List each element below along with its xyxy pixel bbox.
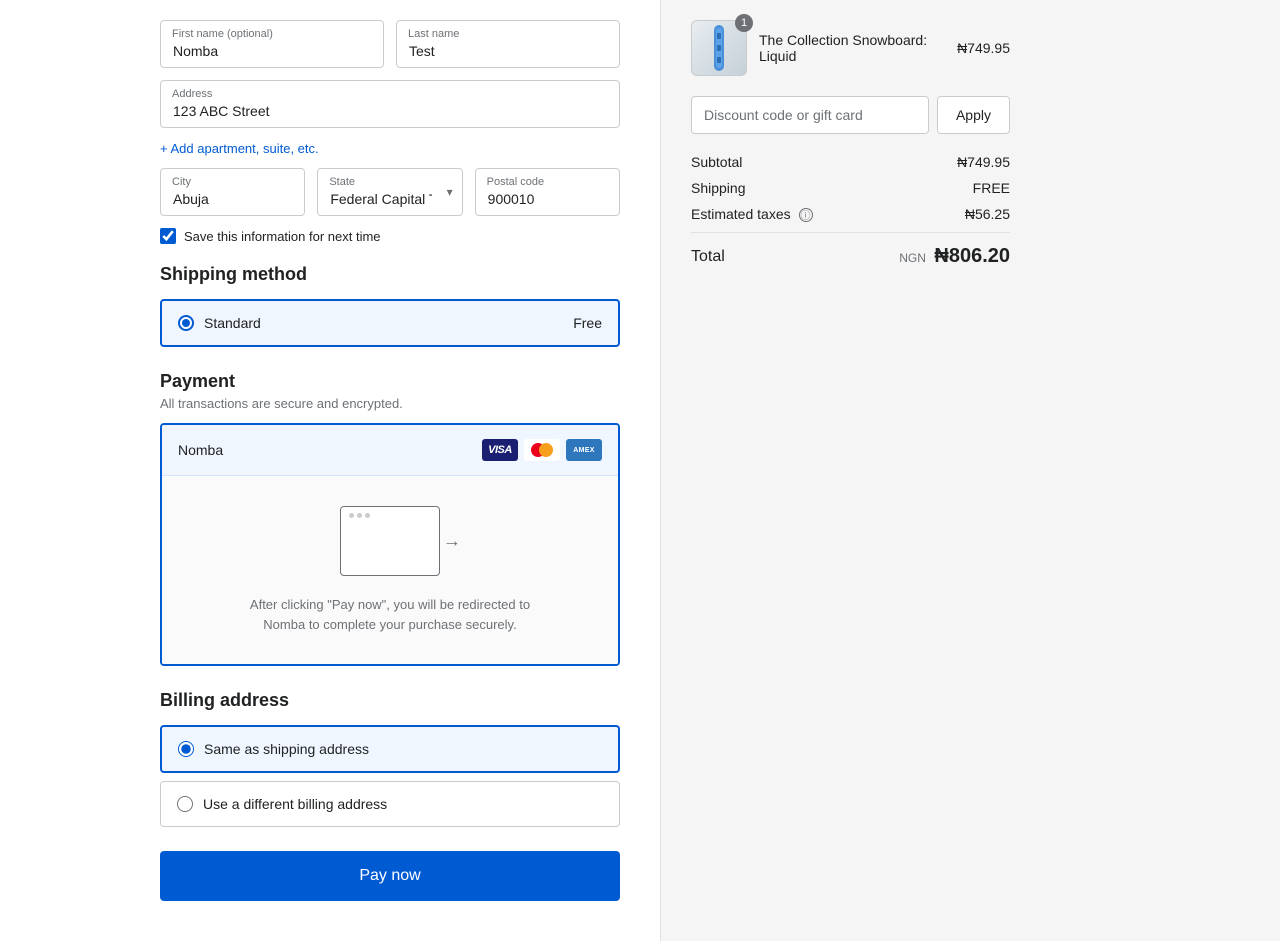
payment-option: Nomba VISA AMEX [160, 423, 620, 666]
last-name-field: Last name [396, 20, 620, 68]
taxes-value: ₦56.25 [965, 206, 1010, 222]
total-amount: ₦806.20 [934, 245, 1010, 267]
shipping-section: Shipping method Standard Free [160, 264, 620, 347]
add-apartment-link[interactable]: + Add apartment, suite, etc. [160, 141, 319, 156]
taxes-label: Estimated taxes ⓘ [691, 206, 813, 222]
billing-different-radio[interactable] [177, 796, 193, 812]
shipping-section-title: Shipping method [160, 264, 620, 285]
right-panel: 1 The Collection Snowboard: Liquid ₦749.… [660, 0, 1040, 941]
discount-input[interactable] [691, 96, 929, 134]
product-price: ₦749.95 [957, 40, 1010, 56]
snowboard-svg [704, 23, 734, 73]
dot-3 [365, 513, 370, 518]
billing-section: Billing address Same as shipping address… [160, 690, 620, 827]
redirect-box: → [340, 506, 440, 576]
shipping-option[interactable]: Standard Free [160, 299, 620, 347]
name-row: First name (optional) Last name [160, 20, 620, 68]
first-name-label: First name (optional) [172, 28, 273, 40]
billing-different-label: Use a different billing address [203, 796, 387, 812]
address-field: Address [160, 80, 620, 128]
billing-same-label: Same as shipping address [204, 741, 369, 757]
last-name-label: Last name [408, 28, 459, 40]
total-currency: NGN [899, 251, 926, 265]
shipping-summary-label: Shipping [691, 180, 746, 196]
city-state-row: City State Federal Capital Terri... ▾ Po… [160, 168, 620, 216]
postal-label: Postal code [487, 176, 544, 188]
redirect-text: After clicking "Pay now", you will be re… [250, 595, 530, 634]
total-line: Total NGN ₦806.20 [691, 232, 1010, 268]
postal-field: Postal code [475, 168, 620, 216]
shipping-price: Free [573, 315, 602, 331]
save-info-row: Save this information for next time [160, 228, 620, 244]
shipping-summary-value: FREE [973, 180, 1010, 196]
state-label: State [329, 176, 355, 188]
payment-subtitle: All transactions are secure and encrypte… [160, 396, 620, 411]
payment-body: → After clicking "Pay now", you will be … [162, 476, 618, 664]
payment-section: Payment All transactions are secure and … [160, 371, 620, 666]
mastercard-icon [524, 439, 560, 461]
redirect-illustration: → [340, 506, 440, 579]
discount-row: Apply [691, 96, 1010, 134]
radio-dot-inner [182, 319, 190, 327]
subtotal-label: Subtotal [691, 154, 742, 170]
product-row: 1 The Collection Snowboard: Liquid ₦749.… [691, 20, 1010, 76]
taxes-label-text: Estimated taxes [691, 206, 791, 222]
first-name-field: First name (optional) [160, 20, 384, 68]
product-name: The Collection Snowboard: Liquid [759, 32, 945, 64]
city-field: City [160, 168, 305, 216]
billing-same-radio[interactable] [178, 741, 194, 757]
left-panel: First name (optional) Last name Address … [0, 0, 660, 941]
product-info: The Collection Snowboard: Liquid [759, 32, 945, 64]
dot-1 [349, 513, 354, 518]
billing-same-option[interactable]: Same as shipping address [160, 725, 620, 773]
shipping-option-left: Standard [178, 315, 261, 331]
payment-icons: VISA AMEX [482, 439, 602, 461]
shipping-label: Standard [204, 315, 261, 331]
payment-header[interactable]: Nomba VISA AMEX [162, 425, 618, 476]
apply-button[interactable]: Apply [937, 96, 1010, 134]
total-label: Total [691, 248, 725, 266]
address-label: Address [172, 88, 212, 100]
subtotal-line: Subtotal ₦749.95 [691, 154, 1010, 170]
visa-icon: VISA [482, 439, 518, 461]
billing-different-option[interactable]: Use a different billing address [160, 781, 620, 827]
amex-icon: AMEX [566, 439, 602, 461]
product-badge: 1 [735, 14, 753, 32]
save-info-checkbox[interactable] [160, 228, 176, 244]
city-label: City [172, 176, 191, 188]
redirect-arrow-icon: → [443, 531, 461, 552]
subtotal-value: ₦749.95 [957, 154, 1010, 170]
state-field: State Federal Capital Terri... ▾ [317, 168, 462, 216]
product-image-wrap: 1 [691, 20, 747, 76]
shipping-radio [178, 315, 194, 331]
payment-title: Payment [160, 371, 620, 392]
info-icon[interactable]: ⓘ [799, 208, 813, 222]
total-value-wrap: NGN ₦806.20 [899, 245, 1010, 268]
taxes-line: Estimated taxes ⓘ ₦56.25 [691, 206, 1010, 222]
address-field-wrap: Address [160, 80, 620, 128]
pay-now-button[interactable]: Pay now [160, 851, 620, 901]
redirect-box-dots [349, 513, 370, 518]
billing-title: Billing address [160, 690, 620, 711]
dot-2 [357, 513, 362, 518]
shipping-line: Shipping FREE [691, 180, 1010, 196]
address-input[interactable] [160, 80, 620, 128]
save-info-label: Save this information for next time [184, 229, 381, 244]
payment-name: Nomba [178, 442, 223, 458]
